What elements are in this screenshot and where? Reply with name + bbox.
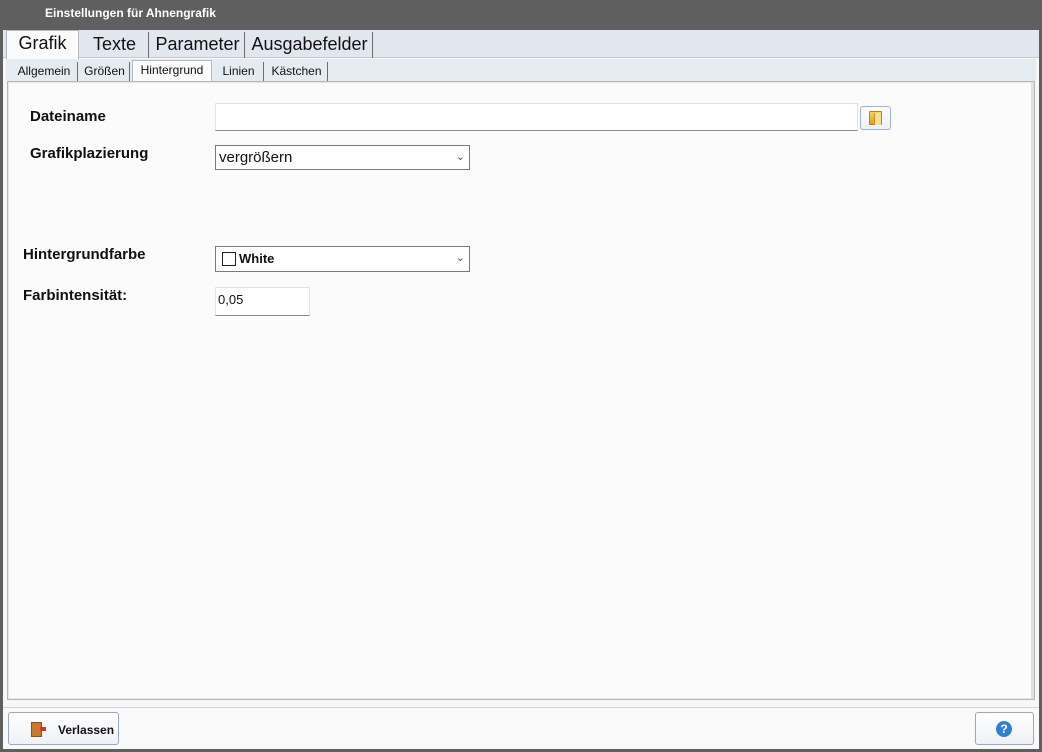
tab-parameter[interactable]: Parameter xyxy=(151,32,245,58)
tab-grafik[interactable]: Grafik xyxy=(6,30,79,59)
folder-open-icon xyxy=(869,111,882,125)
leave-button[interactable]: Verlassen xyxy=(8,712,119,745)
intensity-value: 0,05 xyxy=(218,292,244,307)
footer-bar: Verlassen ? xyxy=(3,707,1039,749)
settings-window: Grafik Texte Parameter Ausgabefelder All… xyxy=(3,30,1039,749)
chevron-down-icon: ⌄ xyxy=(455,252,465,264)
subtab-linien[interactable]: Linien xyxy=(214,62,264,81)
placement-label: Grafikplazierung xyxy=(30,145,149,162)
bgcolor-select[interactable]: White ⌄ xyxy=(215,246,470,272)
filename-input[interactable] xyxy=(215,103,858,131)
chevron-down-icon: ⌄ xyxy=(455,151,465,163)
tab-texte[interactable]: Texte xyxy=(81,32,149,58)
subtab-allgemein[interactable]: Allgemein xyxy=(11,62,78,81)
exit-door-icon xyxy=(31,722,46,737)
help-button[interactable]: ? xyxy=(975,712,1034,745)
title-bar: Einstellungen für Ahnengrafik xyxy=(0,0,1042,30)
intensity-input[interactable]: 0,05 xyxy=(215,287,310,316)
subtab-groessen[interactable]: Größen xyxy=(80,62,130,81)
leave-label: Verlassen xyxy=(58,723,115,737)
filename-label: Dateiname xyxy=(30,108,106,125)
panel-edge xyxy=(1031,82,1034,699)
subtab-kaestchen[interactable]: Kästchen xyxy=(266,62,328,81)
main-tab-strip: Grafik Texte Parameter Ausgabefelder xyxy=(3,30,1039,59)
intensity-label: Farbintensität: xyxy=(23,287,128,304)
browse-file-button[interactable] xyxy=(860,106,891,130)
color-swatch xyxy=(222,252,236,266)
tab-ausgabefelder[interactable]: Ausgabefelder xyxy=(247,32,373,58)
window-title: Einstellungen für Ahnengrafik xyxy=(45,6,216,20)
subtab-hintergrund[interactable]: Hintergrund xyxy=(132,60,212,81)
bgcolor-value: White xyxy=(239,251,275,266)
help-icon: ? xyxy=(996,721,1012,737)
sub-tab-strip: Allgemein Größen Hintergrund Linien Käst… xyxy=(6,59,1036,81)
hintergrund-panel: Dateiname Grafikplazierung vergrößern ⌄ … xyxy=(7,81,1035,700)
placement-select[interactable]: vergrößern ⌄ xyxy=(215,145,470,170)
bgcolor-label: Hintergrundfarbe xyxy=(23,246,146,263)
placement-value: vergrößern xyxy=(219,149,293,166)
